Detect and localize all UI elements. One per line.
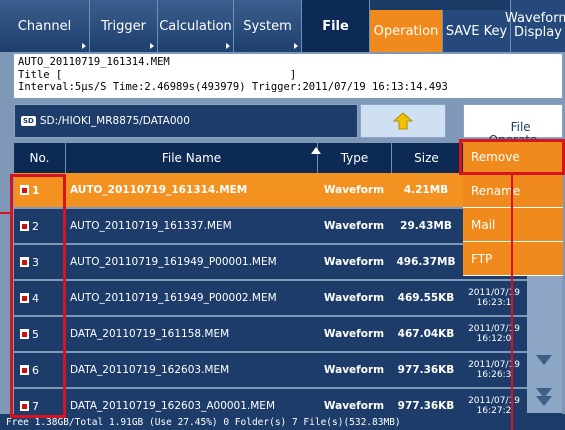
tab-trigger[interactable]: Trigger bbox=[90, 0, 158, 52]
row-date: 2011/07/19 16:23:1 bbox=[462, 281, 526, 315]
tab-calculation-label: Calculation bbox=[159, 18, 232, 34]
subtab-waveform-display[interactable]: Waveform Display bbox=[505, 0, 565, 52]
row-type: Waveform bbox=[323, 184, 385, 196]
table-row[interactable]: 6 DATA_20110719_162603.MEM Waveform 977.… bbox=[14, 353, 562, 387]
column-file-name[interactable]: File Name bbox=[66, 143, 318, 173]
row-time-text: 16:26:3 bbox=[476, 370, 512, 380]
current-path: SD:/HIOKI_MR8875/DATA000 bbox=[39, 115, 190, 127]
row-size: 977.36KB bbox=[397, 364, 455, 376]
column-type-label: Type bbox=[340, 151, 369, 165]
scroll-down-icon[interactable] bbox=[536, 355, 552, 365]
row-file-name: AUTO_20110719_161337.MEM bbox=[70, 220, 232, 232]
submenu-arrow-icon bbox=[294, 43, 298, 49]
column-file-name-label: File Name bbox=[161, 151, 222, 165]
tab-channel-label: Channel bbox=[17, 18, 72, 34]
row-time-text: 16:23:1 bbox=[476, 298, 512, 308]
menu-mail-label: Mail bbox=[471, 217, 496, 232]
subtab-operation-label: Operation bbox=[373, 23, 439, 39]
row-type: Waveform bbox=[323, 256, 385, 268]
row-file-name: DATA_20110719_161158.MEM bbox=[70, 328, 230, 340]
row-type: Waveform bbox=[323, 292, 385, 304]
tab-system-label: System bbox=[243, 18, 292, 34]
info-title: Title [ ] bbox=[18, 68, 297, 81]
submenu-arrow-icon bbox=[150, 43, 154, 49]
path-bar: SD SD:/HIOKI_MR8875/DATA000 bbox=[14, 104, 358, 138]
tab-calculation[interactable]: Calculation bbox=[158, 0, 234, 52]
info-filename: AUTO_20110719_161314.MEM bbox=[18, 56, 170, 68]
subtab-save-key-label: SAVE Key bbox=[445, 23, 508, 39]
column-no[interactable]: No. bbox=[14, 143, 66, 173]
table-row[interactable]: 5 DATA_20110719_161158.MEM Waveform 467.… bbox=[14, 317, 562, 351]
scroll-page-down-icon-lower bbox=[536, 396, 552, 406]
row-type: Waveform bbox=[323, 364, 385, 376]
row-size: 4.21MB bbox=[403, 184, 449, 196]
number-column-highlight bbox=[10, 174, 66, 418]
file-screen: Channel Trigger Calculation System File … bbox=[0, 0, 565, 430]
tab-bar: Channel Trigger Calculation System File … bbox=[0, 0, 565, 52]
tab-system[interactable]: System bbox=[234, 0, 302, 52]
row-size: 496.37MB bbox=[396, 256, 456, 268]
row-file-name: DATA_20110719_162603.MEM bbox=[70, 364, 230, 376]
menu-rename[interactable]: Rename bbox=[463, 174, 563, 208]
row-file-name: AUTO_20110719_161314.MEM bbox=[70, 184, 248, 196]
tab-trigger-label: Trigger bbox=[101, 18, 146, 34]
row-date: 2011/07/19 16:26:3 bbox=[462, 353, 526, 387]
sd-card-icon: SD bbox=[21, 116, 36, 126]
column-no-label: No. bbox=[29, 151, 50, 165]
callout-leader-line bbox=[511, 175, 513, 430]
table-row[interactable]: 4 AUTO_20110719_161949_P00002.MEM Wavefo… bbox=[14, 281, 562, 315]
row-size: 467.04KB bbox=[397, 328, 455, 340]
row-file-name: AUTO_20110719_161949_P00001.MEM bbox=[70, 256, 277, 268]
row-size: 29.43MB bbox=[400, 220, 452, 232]
subtab-waveform-display-label: Waveform Display bbox=[505, 11, 565, 40]
info-interval: Interval:5μs/S Time:2.46989s(493979) Tri… bbox=[18, 81, 448, 93]
column-size[interactable]: Size bbox=[392, 143, 462, 173]
row-type: Waveform bbox=[323, 328, 385, 340]
storage-status: Free 1.38GB/Total 1.91GB (Use 27.45%) 0 … bbox=[6, 416, 401, 428]
submenu-arrow-icon bbox=[82, 43, 86, 49]
column-size-label: Size bbox=[414, 151, 439, 165]
menu-ftp[interactable]: FTP bbox=[463, 242, 563, 276]
menu-mail[interactable]: Mail bbox=[463, 208, 563, 242]
row-size: 469.55KB bbox=[397, 292, 455, 304]
file-operate-button[interactable]: File Operate bbox=[463, 104, 563, 147]
row-file-name: AUTO_20110719_161949_P00002.MEM bbox=[70, 292, 277, 304]
callout-leader-line bbox=[0, 212, 12, 214]
up-folder-icon bbox=[392, 112, 414, 130]
column-type[interactable]: Type bbox=[318, 143, 392, 173]
row-time-text: 16:12:0 bbox=[476, 334, 512, 344]
row-type: Waveform bbox=[323, 220, 385, 232]
tab-file-label: File bbox=[322, 18, 349, 34]
remove-highlight bbox=[459, 139, 565, 175]
tab-channel[interactable]: Channel bbox=[0, 0, 90, 52]
parent-folder-button[interactable] bbox=[360, 104, 446, 138]
submenu-arrow-icon bbox=[226, 43, 230, 49]
file-info-panel: AUTO_20110719_161314.MEM Title [ ] Inter… bbox=[14, 54, 562, 98]
menu-ftp-label: FTP bbox=[471, 251, 493, 266]
subtab-save-key[interactable]: SAVE Key bbox=[442, 10, 510, 52]
subtab-operation[interactable]: Operation bbox=[370, 10, 442, 52]
row-date: 2011/07/19 16:12:0 bbox=[462, 317, 526, 351]
tab-file[interactable]: File bbox=[302, 0, 370, 52]
status-bar: Free 1.38GB/Total 1.91GB (Use 27.45%) 0 … bbox=[0, 414, 565, 430]
